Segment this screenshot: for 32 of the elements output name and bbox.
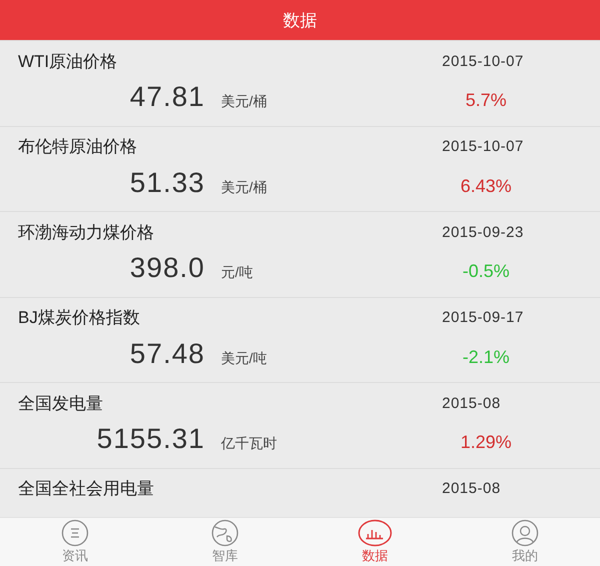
item-name: 全国全社会用电量 [18,478,155,500]
item-unit: 美元/桶 [221,178,268,196]
item-unit: 美元/桶 [221,93,268,111]
item-unit: 亿千瓦时 [221,435,278,453]
item-name: 环渤海动力煤价格 [18,222,155,244]
item-name: 全国发电量 [18,392,104,414]
item-unit: 元/吨 [221,264,254,282]
item-value: 47.81 [128,81,205,113]
item-value: 57.48 [128,338,205,370]
item-unit: 美元/吨 [221,350,268,368]
item-date: 2015-10-07 [442,138,524,155]
item-value: 5155.31 [96,423,205,455]
tab[interactable]: 智库 [150,518,300,566]
tab[interactable]: 我的 [450,518,600,566]
change-percent: 5.7% [464,90,508,111]
item-date: 2015-08 [442,480,501,497]
header-title: 数据 [283,10,317,32]
item-value: 398.0 [128,252,205,284]
item-date: 2015-08 [442,394,501,412]
change-percent: 6.43% [459,176,513,196]
item-name: BJ煤炭价格指数 [18,307,141,329]
item-date: 2015-09-23 [442,224,524,240]
item-value: 51.33 [128,166,205,198]
change-percent: 1.29% [459,432,513,453]
item-name: WTI原油价格 [18,50,118,72]
tab[interactable]: 资讯 [0,518,150,566]
change-percent: -0.5% [461,261,511,282]
change-percent: -2.1% [461,346,511,368]
item-date: 2015-09-17 [442,309,524,326]
item-name: 布伦特原油价格 [18,136,138,158]
item-date: 2015-10-07 [442,52,524,70]
tab[interactable]: 数据 [300,518,450,566]
